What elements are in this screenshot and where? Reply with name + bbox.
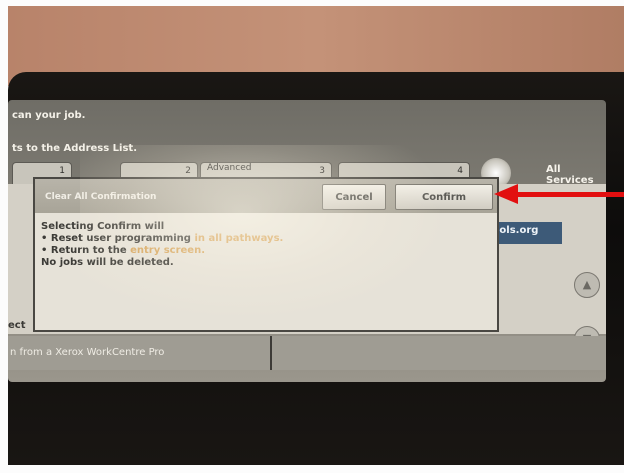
- tab-advanced-label: Advanced: [207, 163, 252, 173]
- tab-2-number: 2: [185, 166, 191, 176]
- dialog-body: Selecting Confirm will • Reset user prog…: [41, 221, 495, 327]
- cancel-button[interactable]: Cancel: [322, 184, 386, 210]
- dialog-line-2: • Reset user programming in all pathways…: [41, 233, 495, 245]
- all-services-label[interactable]: All Services: [546, 164, 594, 186]
- confirm-button[interactable]: Confirm: [395, 184, 493, 210]
- tab-1-number: 1: [59, 166, 65, 176]
- selected-label: ect: [8, 320, 26, 331]
- dialog-line-3: • Return to the entry screen.: [41, 245, 495, 257]
- dialog-header: Clear All Confirmation Cancel Confirm: [35, 179, 497, 213]
- tab-4-number: 4: [457, 166, 463, 176]
- annotation-arrow-line: [514, 192, 624, 197]
- all-services-label-line1: All: [546, 164, 561, 175]
- dialog-line-2-highlight: in all pathways.: [190, 233, 284, 244]
- dialog-line-3-highlight: entry screen.: [126, 245, 205, 256]
- clear-all-confirmation-dialog: Clear All Confirmation Cancel Confirm Se…: [33, 177, 499, 332]
- dialog-line-4: No jobs will be deleted.: [41, 257, 174, 268]
- instruction-text: can your job.: [12, 110, 86, 121]
- dialog-line-1: Selecting Confirm will: [41, 221, 165, 232]
- address-entry[interactable]: iols.org: [492, 222, 562, 244]
- dialog-line-2-prefix: • Reset user programming: [41, 233, 191, 244]
- bottom-row-text: n from a Xerox WorkCentre Pro: [10, 347, 165, 358]
- address-list-text: ts to the Address List.: [12, 143, 137, 154]
- dialog-line-3-prefix: • Return to the: [41, 245, 127, 256]
- dialog-title: Clear All Confirmation: [45, 192, 157, 202]
- tab-advanced-number: 3: [319, 166, 325, 176]
- scroll-up-button[interactable]: ▲: [574, 272, 600, 298]
- annotation-arrow-icon: [494, 184, 518, 204]
- chevron-up-icon: ▲: [582, 278, 592, 291]
